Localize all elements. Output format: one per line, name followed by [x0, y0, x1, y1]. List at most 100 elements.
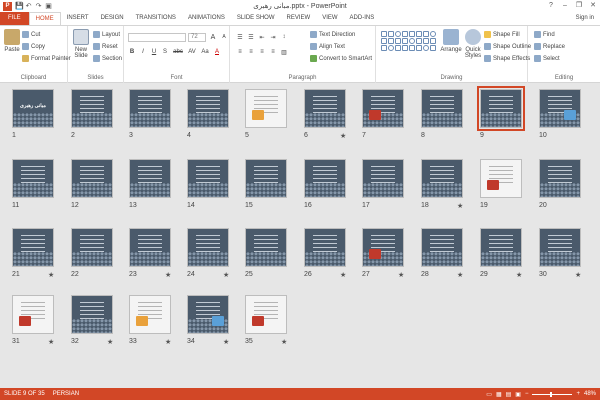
zoom-slider-thumb[interactable] [550, 391, 553, 397]
slide-thumbnail[interactable] [421, 228, 463, 267]
quick-styles-button[interactable]: Quick Styles [462, 29, 484, 59]
strikethrough-button[interactable]: abc [172, 49, 184, 55]
paste-button[interactable]: Paste [3, 29, 21, 53]
tab-review[interactable]: REVIEW [281, 12, 317, 25]
slide-thumbnail[interactable] [129, 295, 171, 334]
shape-option[interactable] [415, 30, 422, 37]
transition-star-icon[interactable]: ★ [165, 271, 171, 279]
transition-star-icon[interactable]: ★ [281, 338, 287, 346]
tab-insert[interactable]: INSERT [61, 12, 95, 25]
shape-option[interactable] [401, 44, 408, 51]
slide-thumbnail[interactable] [129, 89, 171, 128]
reset-button[interactable]: Reset [93, 43, 118, 50]
shape-option[interactable] [408, 37, 415, 44]
slide-thumbnail[interactable] [245, 89, 287, 128]
shape-outline-button[interactable]: Shape Outline [484, 43, 531, 50]
transition-star-icon[interactable]: ★ [48, 271, 54, 279]
text-direction-button[interactable]: Text Direction [310, 31, 355, 38]
align-right-icon[interactable]: ≡ [258, 49, 266, 56]
slide-thumbnail[interactable] [362, 89, 404, 128]
slide-thumbnail[interactable] [539, 228, 581, 267]
grow-font-button[interactable]: A [209, 34, 217, 41]
replace-button[interactable]: Replace [534, 43, 565, 50]
shape-option[interactable] [394, 30, 401, 37]
slide-thumbnail[interactable] [71, 159, 113, 198]
slide-thumbnail[interactable] [129, 159, 171, 198]
shape-option[interactable] [408, 30, 415, 37]
shape-option[interactable] [394, 37, 401, 44]
tab-design[interactable]: DESIGN [95, 12, 130, 25]
sign-in-link[interactable]: Sign in [576, 12, 594, 25]
shape-option[interactable] [387, 37, 394, 44]
slide-thumbnail[interactable] [12, 159, 54, 198]
shape-option[interactable] [415, 37, 422, 44]
shape-option[interactable] [380, 37, 387, 44]
slide-thumbnail[interactable] [539, 159, 581, 198]
font-size-combo[interactable]: 72 [188, 33, 206, 42]
slide-thumbnail[interactable] [421, 159, 463, 198]
slide-thumbnail[interactable] [245, 228, 287, 267]
close-button[interactable]: ✕ [586, 0, 600, 12]
slide-thumbnail[interactable] [71, 295, 113, 334]
slide-thumbnail[interactable] [12, 228, 54, 267]
shape-option[interactable] [422, 44, 429, 51]
redo-icon[interactable]: ↷ [35, 3, 42, 10]
slide-thumbnail[interactable] [71, 228, 113, 267]
shape-fill-button[interactable]: Shape Fill [484, 31, 520, 38]
transition-star-icon[interactable]: ★ [223, 338, 229, 346]
slide-thumbnail[interactable] [480, 228, 522, 267]
arrange-button[interactable]: Arrange [440, 29, 462, 53]
slide-thumbnail[interactable] [477, 86, 525, 131]
align-center-icon[interactable]: ≡ [247, 49, 255, 56]
tab-view[interactable]: VIEW [316, 12, 343, 25]
normal-view-icon[interactable]: ▭ [486, 391, 492, 398]
slide-thumbnail[interactable] [187, 89, 229, 128]
slide-thumbnail[interactable] [362, 228, 404, 267]
shape-option[interactable] [387, 44, 394, 51]
bullets-icon[interactable]: ☰ [236, 34, 244, 41]
transition-star-icon[interactable]: ★ [340, 132, 346, 140]
tab-slide-show[interactable]: SLIDE SHOW [231, 12, 281, 25]
tab-add-ins[interactable]: ADD-INS [344, 12, 381, 25]
find-button[interactable]: Find [534, 31, 555, 38]
copy-button[interactable]: Copy [22, 43, 45, 50]
tab-transitions[interactable]: TRANSITIONS [130, 12, 182, 25]
align-left-icon[interactable]: ≡ [236, 49, 244, 56]
justify-icon[interactable]: ≡ [269, 49, 277, 56]
minimize-button[interactable]: – [558, 0, 572, 12]
format-painter-button[interactable]: Format Painter [22, 55, 71, 62]
line-spacing-icon[interactable]: ↕ [280, 34, 288, 41]
shadow-button[interactable]: S [161, 49, 169, 55]
cut-button[interactable]: Cut [22, 31, 40, 38]
slide-thumbnail[interactable] [421, 89, 463, 128]
font-name-combo[interactable] [128, 33, 186, 42]
transition-star-icon[interactable]: ★ [516, 271, 522, 279]
slideshow-view-icon[interactable]: ▣ [515, 391, 521, 398]
help-button[interactable]: ? [544, 0, 558, 12]
shape-option[interactable] [408, 44, 415, 51]
increase-indent-icon[interactable]: ⇥ [269, 34, 277, 41]
new-slide-button[interactable]: New Slide [71, 29, 91, 59]
slide-thumbnail[interactable] [71, 89, 113, 128]
numbering-icon[interactable]: ☰ [247, 34, 255, 41]
align-text-button[interactable]: Align Text [310, 43, 345, 50]
shape-option[interactable] [394, 44, 401, 51]
undo-icon[interactable]: ↶ [25, 3, 32, 10]
shrink-font-button[interactable]: A [220, 34, 228, 41]
shape-option[interactable] [380, 30, 387, 37]
slide-thumbnail[interactable] [187, 295, 229, 334]
language-indicator[interactable]: PERSIAN [53, 391, 79, 397]
shape-option[interactable] [380, 44, 387, 51]
shape-option[interactable] [401, 30, 408, 37]
zoom-out-button[interactable]: − [525, 391, 529, 397]
shape-option[interactable] [422, 30, 429, 37]
transition-star-icon[interactable]: ★ [457, 202, 463, 210]
underline-button[interactable]: U [150, 49, 158, 55]
shape-option[interactable] [429, 30, 436, 37]
slide-thumbnail[interactable]: مبانی رهبری [12, 89, 54, 128]
transition-star-icon[interactable]: ★ [575, 271, 581, 279]
bold-button[interactable]: B [128, 49, 136, 55]
slide-thumbnail[interactable] [245, 295, 287, 334]
convert-smartart-button[interactable]: Convert to SmartArt [310, 55, 372, 62]
tab-file[interactable]: FILE [0, 12, 29, 25]
